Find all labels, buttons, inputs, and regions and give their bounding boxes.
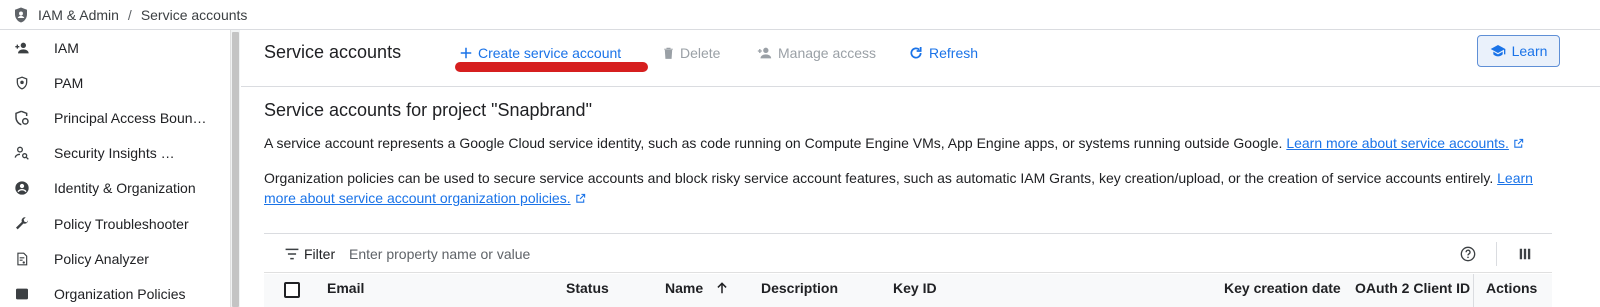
main-content: Service accounts for project "Snapbrand"… [264,100,1554,208]
sidebar-item-policy-troubleshooter[interactable]: Policy Troubleshooter [0,206,230,241]
sidebar-item-label: Identity & Organization [54,180,196,197]
sidebar-item-iam[interactable]: IAM [0,30,230,65]
sidebar-item-label: IAM [54,39,79,56]
org-policies-description: Organization policies can be used to sec… [264,168,1554,208]
shield-gear-icon [14,110,30,126]
column-header-name[interactable]: Name [665,280,729,296]
page-title: Service accounts [264,42,402,62]
sidebar-item-identity-organization[interactable]: Identity & Organization [0,171,230,206]
external-link-icon [1514,138,1524,148]
sidebar-item-principal-access-boundary[interactable]: Principal Access Boun… [0,100,230,135]
column-header-actions: Actions [1486,280,1538,296]
shield-icon [14,75,30,91]
delete-button[interactable]: Delete [662,43,720,63]
school-icon [1490,45,1505,57]
description-text: Organization policies can be used to sec… [264,170,1498,186]
sidebar: IAM PAM Principal Access Boun… Security … [0,30,230,307]
refresh-label: Refresh [929,45,979,61]
sidebar-item-policy-analyzer[interactable]: Policy Analyzer [0,241,230,276]
learn-more-service-accounts-link[interactable]: Learn more about service accounts. [1286,135,1509,151]
column-header-key-id[interactable]: Key ID [893,280,937,296]
sort-ascending-icon [717,282,727,294]
manage-access-label: Manage access [778,45,877,61]
document-search-icon [14,251,30,267]
account-circle-icon [14,180,30,196]
create-service-account-label: Create service account [478,45,622,61]
breadcrumb-page: Service accounts [140,6,248,23]
sidebar-scrollbar[interactable] [230,30,240,307]
table-header: Email Status Name Description Key ID Key… [264,274,1552,307]
sidebar-scrollbar-thumb[interactable] [232,32,239,307]
wrench-icon [14,216,30,232]
breadcrumb-separator: / [127,6,132,23]
toolbar-divider [1496,242,1497,266]
manage-access-button[interactable]: Manage access [756,43,876,63]
person-add-icon [14,40,30,56]
sidebar-item-label: Organization Policies [54,285,186,302]
service-account-description: A service account represents a Google Cl… [264,133,1554,153]
shield-icon [15,7,27,22]
refresh-button[interactable]: Refresh [908,43,978,63]
help-icon[interactable] [1460,246,1476,262]
filter-label: Filter [304,246,336,262]
sidebar-item-label: PAM [54,74,84,91]
column-header-oauth-client-id[interactable]: OAuth 2 Client ID [1355,280,1470,296]
column-header-email[interactable]: Email [327,280,364,296]
column-header-oauth-clip: OAuth 2 Client ID [1355,274,1473,307]
list-icon [14,286,30,302]
column-header-description[interactable]: Description [761,280,838,296]
refresh-icon [910,47,922,59]
sidebar-item-label: Policy Troubleshooter [54,215,189,232]
filter-input[interactable] [349,242,849,266]
person-add-icon [757,47,772,59]
delete-label: Delete [680,45,721,61]
sidebar-item-label: Policy Analyzer [54,250,149,267]
filter-bar: Filter [264,233,1552,273]
learn-button[interactable]: Learn [1477,35,1560,67]
breadcrumb: IAM & Admin / Service accounts [0,0,1600,30]
select-all-checkbox[interactable] [284,282,300,298]
sidebar-item-security-insights[interactable]: Security Insights … [0,136,230,171]
sidebar-item-organization-policies[interactable]: Organization Policies [0,276,230,307]
annotation-underline [455,62,648,72]
plus-icon [460,47,472,59]
column-header-name-label: Name [665,280,704,296]
trash-icon [664,47,673,59]
create-service-account-button[interactable]: Create service account [459,43,621,63]
section-title: Service accounts for project "Snapbrand" [264,100,592,120]
sidebar-item-label: Security Insights … [54,145,175,162]
column-header-status[interactable]: Status [566,280,609,296]
column-display-icon[interactable] [1518,247,1532,261]
column-header-key-creation-date[interactable]: Key creation date [1224,280,1341,296]
sidebar-item-label: Principal Access Boun… [54,109,207,126]
learn-label: Learn [1511,43,1548,59]
external-link-icon [575,193,585,203]
sidebar-item-pam[interactable]: PAM [0,65,230,100]
description-text: A service account represents a Google Cl… [264,135,1287,151]
actions-column: Actions [1473,274,1552,307]
person-search-icon [14,145,30,161]
breadcrumb-section[interactable]: IAM & Admin [38,7,119,23]
action-toolbar: Service accounts Create service account … [241,30,1600,87]
filter-icon[interactable] [285,248,299,260]
